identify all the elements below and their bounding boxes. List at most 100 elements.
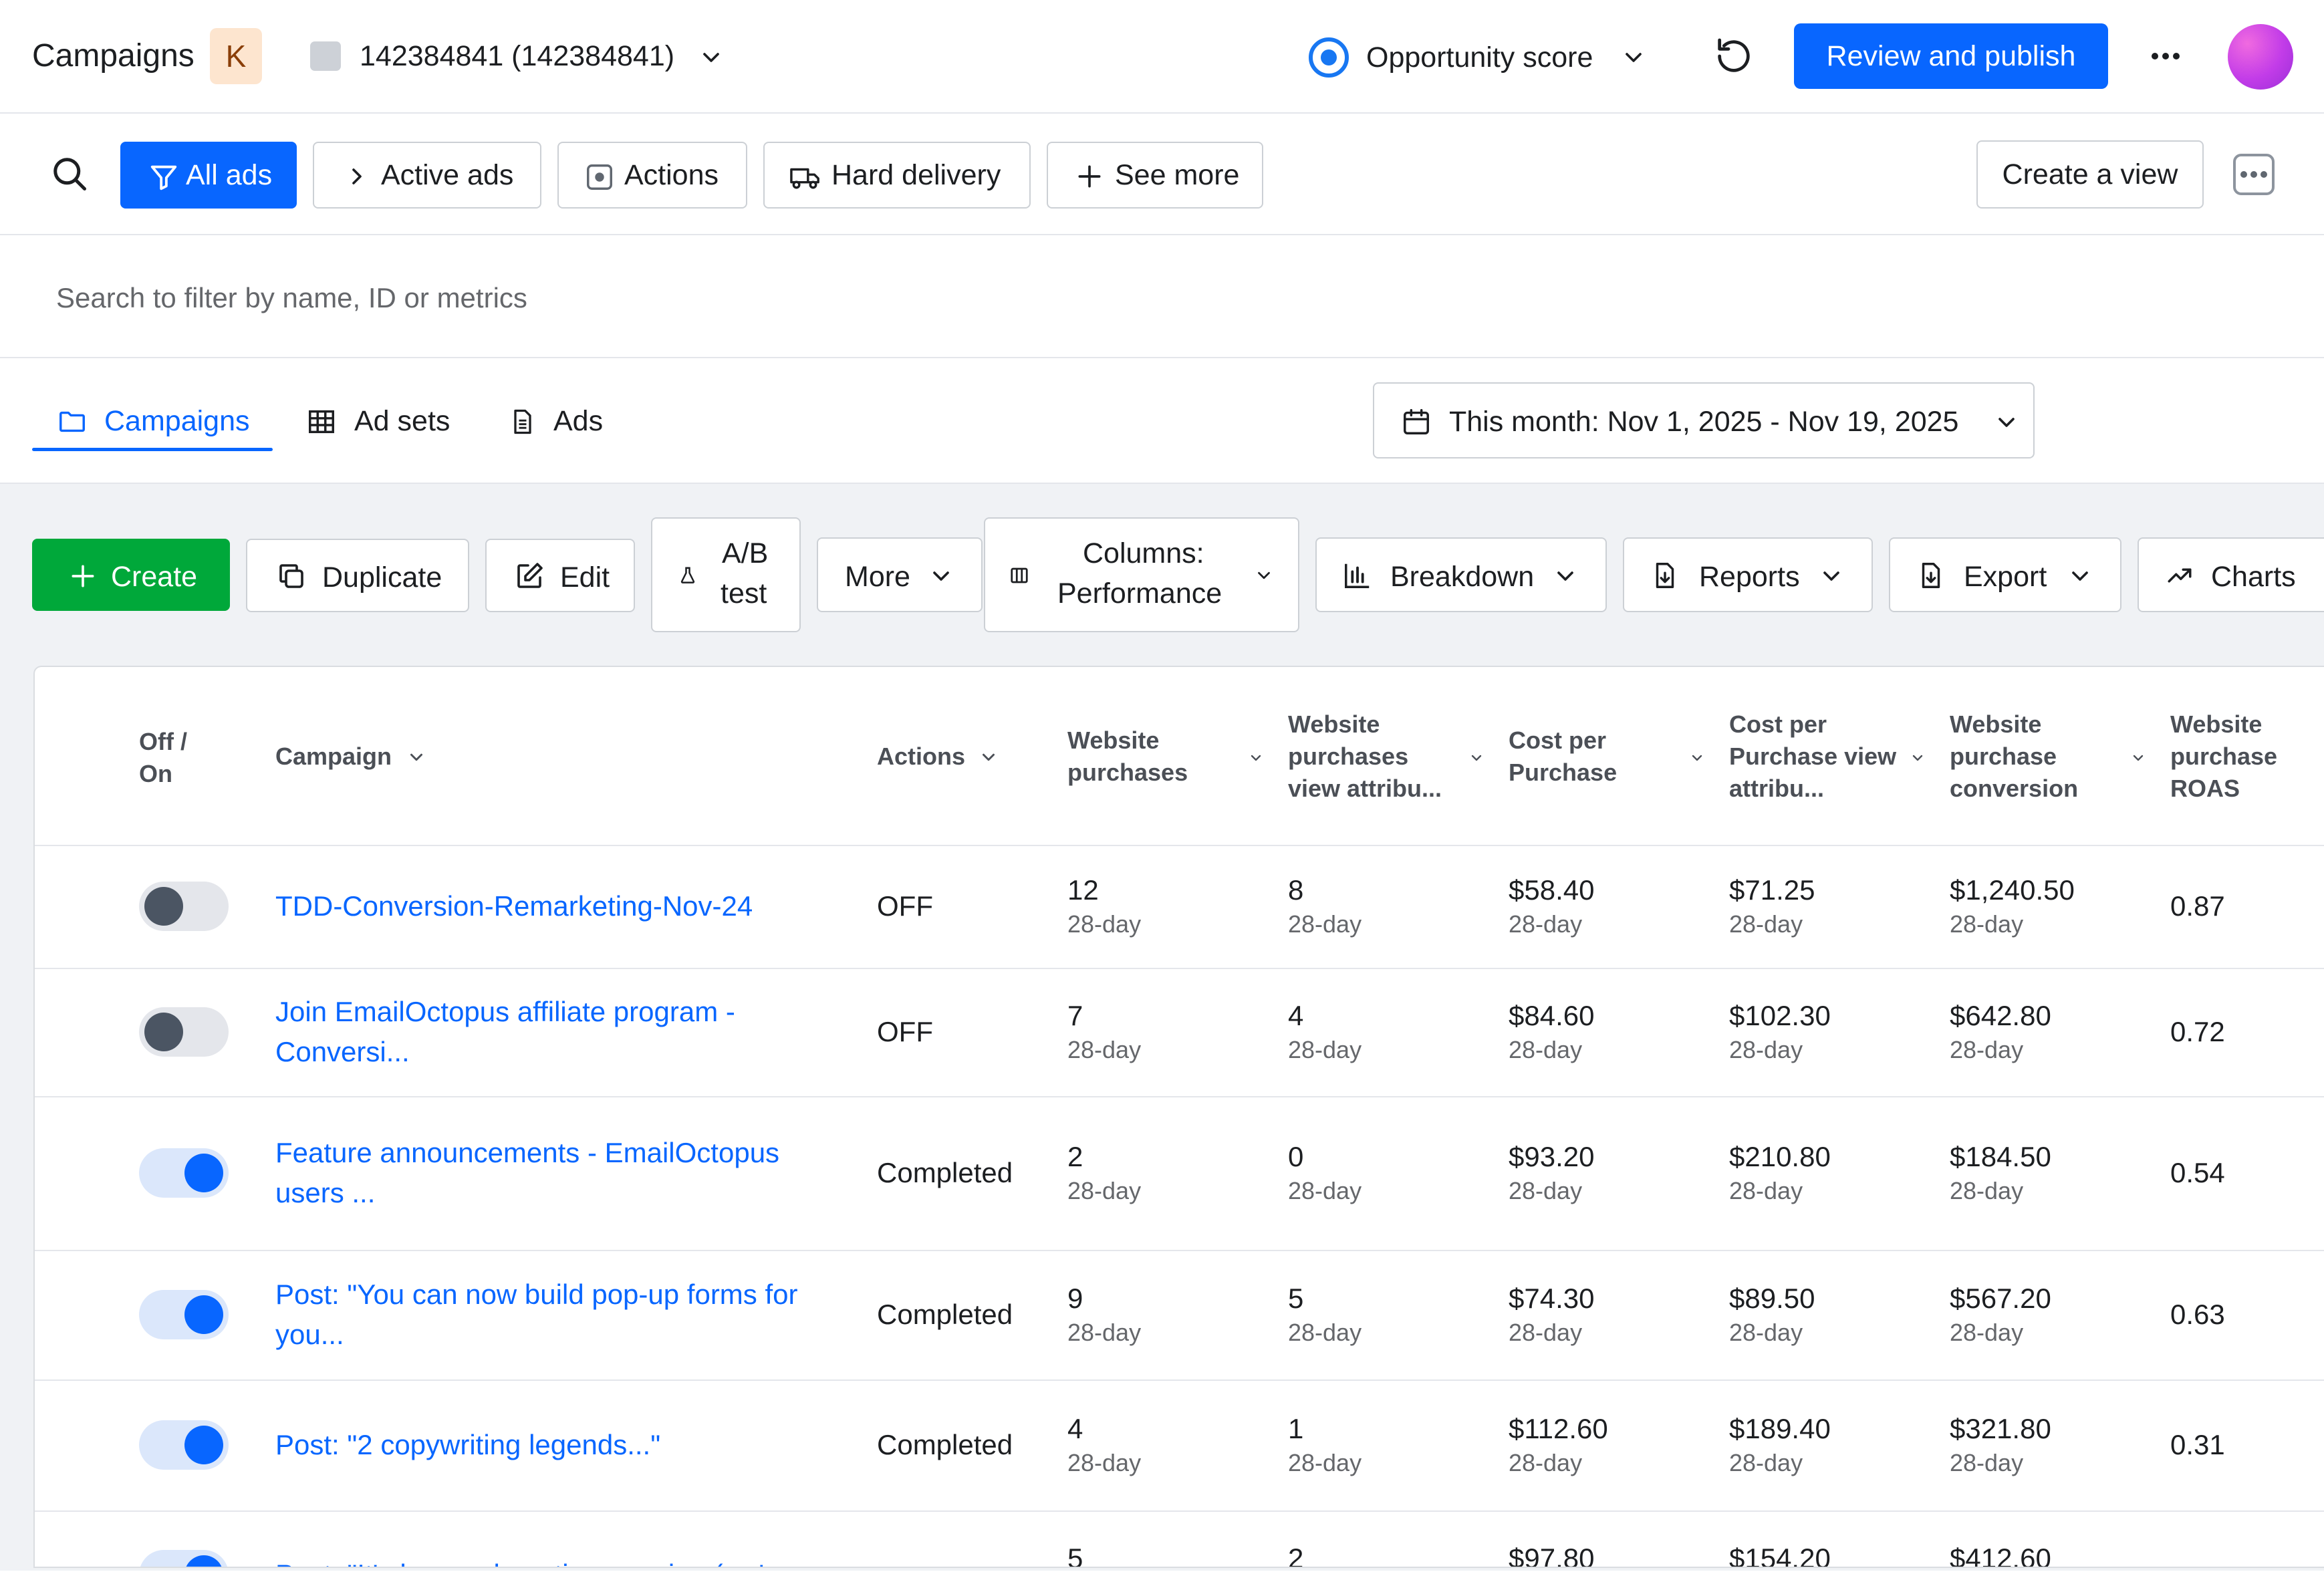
column-header-purchase-conversion[interactable]: Website purchase conversion	[1950, 667, 2150, 845]
metric-value-conv: $567.20	[1950, 1283, 2051, 1314]
column-header-actions[interactable]: Actions	[877, 667, 1024, 845]
duplicate-icon	[279, 564, 303, 588]
more-label: More	[845, 561, 910, 593]
column-header-cost-per-purchase[interactable]: Cost per Purchase	[1509, 667, 1709, 845]
filter-actions-button[interactable]: Actions	[557, 142, 747, 209]
filter-active-ads-label: Active ads	[381, 158, 514, 191]
more-options-icon[interactable]	[2150, 48, 2182, 64]
document-icon	[514, 409, 531, 434]
duplicate-label: Duplicate	[322, 561, 442, 594]
campaign-name-line: you...	[275, 1319, 344, 1350]
filter-active-ads-button[interactable]: Active ads	[313, 142, 541, 209]
charts-button[interactable]: Charts	[2138, 537, 2324, 612]
filter-see-more-button[interactable]: See more	[1047, 142, 1263, 209]
metric-value-cpp: $93.20	[1509, 1141, 1595, 1172]
more-filters-icon[interactable]	[2233, 154, 2275, 195]
account-selector[interactable]: 142384841 (142384841)	[360, 40, 674, 73]
edit-button[interactable]: Edit	[485, 539, 635, 612]
charts-label: Charts	[2211, 561, 2296, 593]
metric-value-purchases: 7	[1067, 1000, 1083, 1031]
search-input[interactable]: Search to filter by name, ID or metrics	[56, 282, 527, 314]
review-and-publish-button[interactable]: Review and publish	[1794, 23, 2108, 89]
export-label: Export	[1964, 561, 2047, 593]
columns-button[interactable]: Columns: Performance	[984, 517, 1299, 632]
refresh-icon[interactable]	[1712, 35, 1755, 78]
campaign-toggle[interactable]	[139, 1290, 229, 1339]
campaign-toggle[interactable]	[139, 1420, 229, 1470]
calendar-icon	[1404, 409, 1429, 434]
filter-all-ads-button[interactable]: All ads	[120, 142, 297, 209]
report-download-icon	[1656, 563, 1674, 588]
column-header-view-attribution[interactable]: Website purchases view attribu...	[1288, 667, 1489, 845]
column-header-off-on[interactable]: Off / On	[139, 667, 219, 845]
attribution-window: 28-day	[1067, 1449, 1142, 1476]
tab-ads[interactable]: Ads	[508, 405, 615, 445]
chevron-down-icon	[2133, 755, 2144, 761]
edit-label: Edit	[560, 561, 610, 594]
campaign-toggle[interactable]	[139, 1550, 229, 1567]
attribution-window: 28-day	[1067, 1177, 1142, 1204]
column-header-roas[interactable]: Website purchase ROAS	[2170, 667, 2324, 845]
search-icon[interactable]	[49, 154, 90, 194]
create-button[interactable]: Create	[32, 539, 230, 611]
reports-button[interactable]: Reports	[1623, 537, 1873, 612]
toggle-knob	[144, 887, 183, 926]
campaign-name-link[interactable]: Post: "2 copywriting legends..."	[275, 1425, 660, 1465]
chevron-down-icon	[1557, 571, 1573, 581]
filter-bar: All ads Active ads Actions Hard delivery…	[0, 114, 2324, 235]
metric-value-cpp-view: $154.20	[1729, 1543, 1831, 1568]
column-header-cost-per-purchase-view[interactable]: Cost per Purchase view attribu...	[1729, 667, 1930, 845]
metric-value-view: 4	[1288, 1000, 1304, 1031]
column-header-website-purchases[interactable]: Website purchases	[1067, 667, 1268, 845]
metric-value-purchases: 2	[1067, 1141, 1083, 1172]
export-button[interactable]: Export	[1889, 537, 2121, 612]
chevron-down-icon	[933, 571, 949, 581]
attribution-window: 28-day	[1509, 1449, 1583, 1476]
metric-value-conv: $412.60	[1950, 1543, 2051, 1568]
header-divider	[35, 845, 2324, 846]
chevron-down-icon	[1251, 755, 1261, 761]
create-label: Create	[111, 561, 198, 593]
metric-value-roas: 0.31	[2170, 1429, 2225, 1460]
attribution-window: 28-day	[1729, 1449, 1803, 1476]
breakdown-button[interactable]: Breakdown	[1315, 537, 1607, 612]
account-color-icon	[310, 41, 341, 71]
metric-value-purchases: 4	[1067, 1413, 1083, 1444]
ab-test-label-line1: A/B	[722, 537, 769, 569]
filter-hard-delivery-button[interactable]: Hard delivery	[763, 142, 1031, 209]
campaign-name-link[interactable]: Join EmailOctopus affiliate program - Con…	[275, 992, 735, 1072]
tab-ads-label: Ads	[553, 405, 604, 437]
more-button[interactable]: More	[817, 537, 983, 612]
campaign-name-link[interactable]: Post: "You can now build pop-up forms fo…	[275, 1275, 797, 1355]
campaign-name-link[interactable]: Feature announcements - EmailOctopus user…	[275, 1133, 779, 1213]
campaign-toggle[interactable]	[139, 1007, 229, 1057]
tab-campaigns-label: Campaigns	[104, 405, 250, 437]
attribution-window: 28-day	[1288, 1177, 1362, 1204]
chevron-down-icon	[1258, 571, 1270, 579]
bar-chart-icon	[1345, 563, 1370, 588]
campaign-name-line: users ...	[275, 1177, 376, 1208]
chevron-down-icon	[1823, 571, 1839, 581]
opportunity-score-dropdown[interactable]: Opportunity score	[1309, 35, 1667, 79]
chevron-down-icon[interactable]	[698, 44, 725, 71]
plus-icon	[1078, 165, 1101, 188]
column-header-campaign[interactable]: Campaign	[275, 667, 449, 845]
date-range-picker[interactable]: This month: Nov 1, 2025 - Nov 19, 2025	[1373, 382, 2035, 458]
campaign-toggle[interactable]	[139, 882, 229, 931]
row-divider	[35, 968, 2324, 969]
duplicate-button[interactable]: Duplicate	[246, 539, 469, 612]
create-a-view-button[interactable]: Create a view	[1976, 140, 2204, 209]
ab-test-button[interactable]: A/B test	[651, 517, 801, 632]
tab-ad-sets[interactable]: Ad sets	[306, 405, 460, 445]
metric-value-conv: $1,240.50	[1950, 874, 2075, 906]
campaign-name-line: Conversi...	[275, 1036, 410, 1067]
filter-hard-delivery-label: Hard delivery	[831, 158, 1001, 191]
campaign-name-link[interactable]: TDD-Conversion-Remarketing-Nov-24	[275, 886, 753, 926]
campaign-name-link[interactable]: Post: "It's been a long time coming (we'…	[275, 1555, 789, 1567]
tab-campaigns[interactable]: Campaigns	[56, 405, 257, 445]
truck-icon	[790, 168, 819, 189]
chevron-down-icon	[2072, 571, 2088, 581]
export-icon	[1922, 563, 1940, 588]
campaign-toggle[interactable]	[139, 1148, 229, 1198]
avatar[interactable]	[2228, 24, 2293, 90]
